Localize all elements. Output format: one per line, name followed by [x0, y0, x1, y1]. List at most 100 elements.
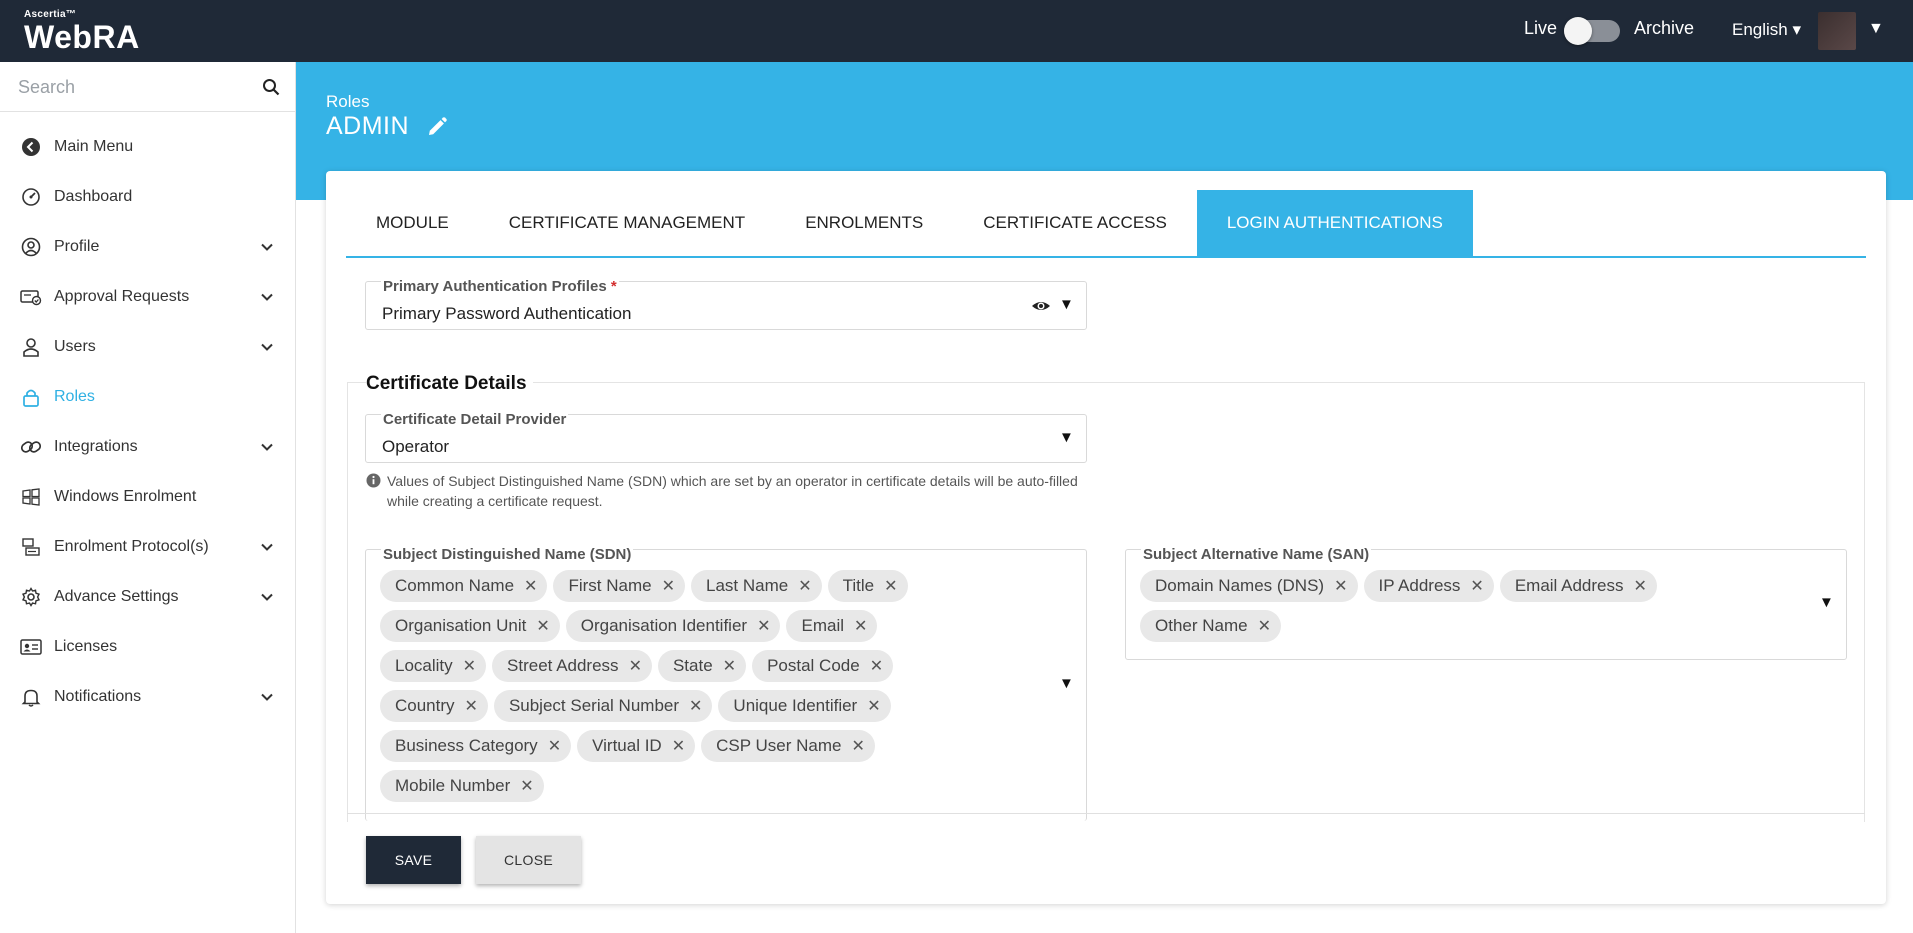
close-button[interactable]: CLOSE	[476, 836, 581, 884]
dropdown-caret-icon[interactable]: ▼	[1059, 296, 1074, 313]
tab-login-authentications[interactable]: LOGIN AUTHENTICATIONS	[1196, 190, 1473, 256]
search-input[interactable]	[18, 72, 258, 102]
tab-enrolments[interactable]: ENROLMENTS	[775, 190, 953, 256]
sidebar-item-profile[interactable]: Profile	[0, 222, 295, 272]
lock-icon	[20, 386, 42, 408]
archive-label: Archive	[1634, 18, 1695, 38]
chip-label: Postal Code	[767, 656, 860, 675]
chip: Common Name ✕	[380, 570, 548, 602]
sidebar-item-windows-enrolment[interactable]: Windows Enrolment	[0, 472, 295, 522]
chip: Business Category ✕	[380, 730, 572, 762]
close-icon[interactable]: ✕	[662, 576, 675, 596]
dropdown-caret-icon[interactable]: ▼	[1059, 675, 1074, 692]
sidebar-item-integrations[interactable]: Integrations	[0, 422, 295, 472]
live-archive-toggle[interactable]	[1564, 17, 1620, 45]
chip: Email Address ✕	[1499, 570, 1657, 602]
close-icon[interactable]: ✕	[465, 696, 478, 716]
sidebar-item-dashboard[interactable]: Dashboard	[0, 172, 295, 222]
sidebar-item-label: Users	[54, 338, 96, 355]
close-icon[interactable]: ✕	[1633, 576, 1646, 596]
sdn-chip-list: Common Name ✕ First Name ✕ Last Name ✕ Title ✕ O…	[380, 570, 940, 810]
chip-label: Country	[395, 696, 455, 715]
chip: Postal Code ✕	[752, 650, 894, 682]
close-icon[interactable]: ✕	[884, 576, 897, 596]
close-icon[interactable]: ✕	[536, 616, 549, 636]
chip-label: Mobile Number	[395, 776, 511, 795]
close-icon[interactable]: ✕	[520, 776, 533, 796]
sidebar-item-main-menu[interactable]: Main Menu	[0, 122, 295, 172]
chevron-down-icon[interactable]	[260, 540, 274, 554]
close-icon[interactable]: ✕	[629, 656, 642, 676]
language-selector[interactable]: English ▾	[1732, 20, 1801, 40]
search-icon[interactable]	[262, 78, 280, 96]
tab-certificate-access[interactable]: CERTIFICATE ACCESS	[953, 190, 1197, 256]
license-icon	[20, 636, 42, 658]
sdn-multiselect[interactable]: Subject Distinguished Name (SDN) Common …	[365, 547, 1087, 821]
chip: Unique Identifier ✕	[718, 690, 891, 722]
sidebar-item-notifications[interactable]: Notifications	[0, 672, 295, 722]
primary-auth-value: Primary Password Authentication	[382, 304, 632, 323]
brand-logo[interactable]: Ascertia™ WebRA	[24, 10, 140, 55]
tab-certificate-management[interactable]: CERTIFICATE MANAGEMENT	[479, 190, 775, 256]
close-icon[interactable]: ✕	[672, 736, 685, 756]
chevron-down-icon[interactable]	[260, 440, 274, 454]
chip-label: IP Address	[1378, 576, 1461, 595]
chevron-down-icon[interactable]	[260, 290, 274, 304]
chip-label: Subject Serial Number	[508, 696, 680, 715]
close-icon[interactable]: ✕	[757, 616, 770, 636]
sidebar-item-users[interactable]: Users	[0, 322, 295, 372]
certificate-provider-select[interactable]: Certificate Detail Provider Operator ▼	[365, 412, 1087, 463]
sidebar-search	[0, 62, 295, 112]
edit-icon[interactable]	[426, 116, 448, 138]
chip: Domain Names (DNS) ✕	[1140, 570, 1358, 602]
close-icon[interactable]: ✕	[463, 656, 476, 676]
section-title: Certificate Details	[366, 373, 533, 395]
info-icon	[366, 473, 381, 488]
chip: Virtual ID ✕	[577, 730, 696, 762]
primary-auth-select[interactable]: Primary Authentication Profiles * Primar…	[365, 278, 1087, 330]
close-icon[interactable]: ✕	[854, 616, 867, 636]
chip: Email ✕	[786, 610, 878, 642]
san-multiselect[interactable]: Subject Alternative Name (SAN) Domain Na…	[1125, 547, 1847, 660]
user-menu-caret[interactable]: ▼	[1868, 20, 1884, 38]
sidebar-item-roles[interactable]: Roles	[0, 372, 295, 422]
save-button[interactable]: SAVE	[366, 836, 461, 884]
close-icon[interactable]: ✕	[723, 656, 736, 676]
dropdown-caret-icon[interactable]: ▼	[1059, 429, 1074, 446]
gear-icon	[20, 586, 42, 608]
avatar[interactable]	[1818, 12, 1856, 50]
close-icon[interactable]: ✕	[798, 576, 811, 596]
sidebar-item-advance-settings[interactable]: Advance Settings	[0, 572, 295, 622]
close-icon[interactable]: ✕	[1470, 576, 1483, 596]
chip-label: First Name	[568, 576, 652, 595]
close-icon[interactable]: ✕	[1258, 616, 1271, 636]
close-icon[interactable]: ✕	[870, 656, 883, 676]
close-icon[interactable]: ✕	[689, 696, 702, 716]
chip: Locality ✕	[380, 650, 487, 682]
close-icon[interactable]: ✕	[867, 696, 880, 716]
chevron-down-icon[interactable]	[260, 340, 274, 354]
chip-label: Title	[842, 576, 875, 595]
tab-module[interactable]: MODULE	[346, 190, 479, 256]
chevron-down-icon[interactable]	[260, 240, 274, 254]
close-icon[interactable]: ✕	[1334, 576, 1347, 596]
sidebar-item-licenses[interactable]: Licenses	[0, 622, 295, 672]
chip: Organisation Identifier ✕	[565, 610, 781, 642]
chip-label: Domain Names (DNS)	[1155, 576, 1325, 595]
chevron-down-icon[interactable]	[260, 590, 274, 604]
chip-label: Street Address	[507, 656, 619, 675]
chip-label: Virtual ID	[592, 736, 662, 755]
close-icon[interactable]: ✕	[548, 736, 561, 756]
chip-label: Business Category	[395, 736, 538, 755]
required-mark: *	[610, 278, 617, 295]
chevron-down-icon[interactable]	[260, 690, 274, 704]
close-icon[interactable]: ✕	[524, 576, 537, 596]
close-icon[interactable]: ✕	[851, 736, 864, 756]
sidebar-item-enrolment-protocols[interactable]: Enrolment Protocol(s)	[0, 522, 295, 572]
dropdown-caret-icon[interactable]: ▼	[1819, 594, 1834, 611]
chip: CSP User Name ✕	[701, 730, 875, 762]
sidebar-item-approval-requests[interactable]: Approval Requests	[0, 272, 295, 322]
profile-icon	[20, 236, 42, 258]
eye-icon[interactable]	[1031, 296, 1051, 316]
info-note: Values of Subject Distinguished Name (SD…	[366, 471, 1086, 511]
